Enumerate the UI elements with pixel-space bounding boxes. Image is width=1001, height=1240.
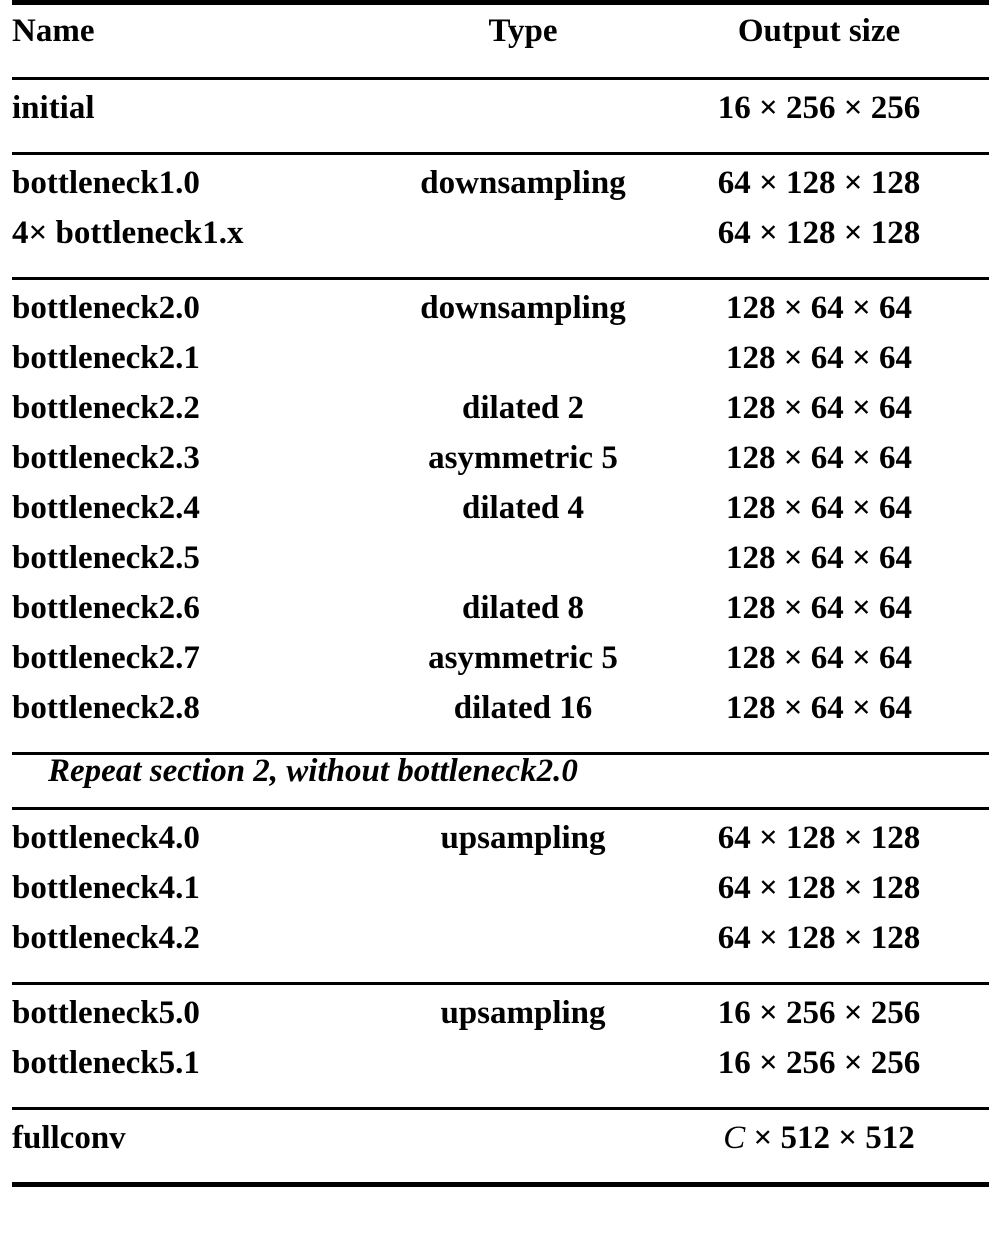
table-row: initial 16 × 256 × 256 bbox=[12, 92, 989, 142]
cell-type bbox=[397, 217, 649, 267]
table-row: bottleneck4.0 upsampling 64 × 128 × 128 bbox=[12, 822, 989, 872]
cell-name: bottleneck2.7 bbox=[12, 640, 200, 676]
cell-output: 128 × 64 × 64 bbox=[725, 290, 913, 326]
output-dimensions: × 512 × 512 bbox=[745, 1120, 915, 1156]
cell-name: fullconv bbox=[12, 1120, 126, 1156]
cell-output: 16 × 256 × 256 bbox=[717, 90, 921, 126]
cell-output: 128 × 64 × 64 bbox=[725, 540, 913, 576]
cell-name: 4× bottleneck1.x bbox=[12, 215, 244, 251]
cell-name: bottleneck2.3 bbox=[12, 440, 200, 476]
cell-output: 64 × 128 × 128 bbox=[717, 165, 921, 201]
cell-type bbox=[397, 1122, 649, 1172]
cell-type: dilated 16 bbox=[453, 690, 593, 726]
cell-name: bottleneck4.2 bbox=[12, 920, 200, 956]
cell-output: 128 × 64 × 64 bbox=[725, 690, 913, 726]
cell-type: upsampling bbox=[440, 995, 606, 1031]
cell-name: bottleneck2.8 bbox=[12, 690, 200, 726]
table-row: bottleneck2.2 dilated 2 128 × 64 × 64 bbox=[12, 392, 989, 442]
cell-output: 64 × 128 × 128 bbox=[717, 215, 921, 251]
cell-output: 64 × 128 × 128 bbox=[717, 870, 921, 906]
cell-type bbox=[397, 342, 649, 392]
column-header-output: Output size bbox=[737, 13, 901, 49]
cell-output: 64 × 128 × 128 bbox=[717, 920, 921, 956]
cell-type bbox=[397, 872, 649, 922]
table-header-row: Name Type Output size bbox=[12, 5, 989, 79]
rule-bottom bbox=[12, 1182, 989, 1189]
cell-output: 128 × 64 × 64 bbox=[725, 440, 913, 476]
cell-output: 128 × 64 × 64 bbox=[725, 590, 913, 626]
cell-type: upsampling bbox=[440, 820, 606, 856]
column-header-name: Name bbox=[12, 13, 95, 49]
architecture-table-container: Name Type Output size initial 16 × 256 ×… bbox=[0, 0, 1001, 1240]
cell-type bbox=[397, 1047, 649, 1097]
cell-type: dilated 4 bbox=[462, 490, 584, 526]
cell-name: bottleneck1.0 bbox=[12, 165, 200, 201]
cell-type: downsampling bbox=[420, 165, 626, 201]
table-row: bottleneck5.0 upsampling 16 × 256 × 256 bbox=[12, 997, 989, 1047]
cell-name: bottleneck2.4 bbox=[12, 490, 200, 526]
cell-type: dilated 8 bbox=[462, 590, 584, 626]
repeat-section-note-row: Repeat section 2, without bottleneck2.0 bbox=[12, 755, 989, 809]
spacer bbox=[12, 1097, 989, 1109]
table-row: bottleneck2.5 128 × 64 × 64 bbox=[12, 542, 989, 592]
table-row: bottleneck2.7 asymmetric 5 128 × 64 × 64 bbox=[12, 642, 989, 692]
spacer bbox=[12, 742, 989, 754]
spacer bbox=[12, 142, 989, 154]
table-row: bottleneck2.0 downsampling 128 × 64 × 64 bbox=[12, 292, 989, 342]
table-row: bottleneck5.1 16 × 256 × 256 bbox=[12, 1047, 989, 1097]
cell-name: bottleneck2.0 bbox=[12, 290, 200, 326]
architecture-table: Name Type Output size initial 16 × 256 ×… bbox=[12, 0, 989, 1189]
cell-type bbox=[397, 92, 649, 142]
cell-name: bottleneck2.2 bbox=[12, 390, 200, 426]
cell-output: 128 × 64 × 64 bbox=[725, 390, 913, 426]
cell-output: 16 × 256 × 256 bbox=[717, 995, 921, 1031]
cell-name: bottleneck5.1 bbox=[12, 1045, 200, 1081]
cell-output: 64 × 128 × 128 bbox=[717, 820, 921, 856]
column-header-type: Type bbox=[488, 13, 558, 49]
table-row: bottleneck2.1 128 × 64 × 64 bbox=[12, 342, 989, 392]
cell-type: asymmetric 5 bbox=[428, 440, 618, 476]
table-row: bottleneck1.0 downsampling 64 × 128 × 12… bbox=[12, 167, 989, 217]
cell-output: 16 × 256 × 256 bbox=[717, 1045, 921, 1081]
cell-name: bottleneck5.0 bbox=[12, 995, 200, 1031]
cell-output: 128 × 64 × 64 bbox=[725, 340, 913, 376]
cell-output: 128 × 64 × 64 bbox=[725, 640, 913, 676]
table-row: bottleneck2.8 dilated 16 128 × 64 × 64 bbox=[12, 692, 989, 742]
table-row: bottleneck2.3 asymmetric 5 128 × 64 × 64 bbox=[12, 442, 989, 492]
cell-name: bottleneck4.0 bbox=[12, 820, 200, 856]
cell-name: bottleneck4.1 bbox=[12, 870, 200, 906]
spacer bbox=[12, 972, 989, 984]
spacer bbox=[12, 267, 989, 279]
table-row: bottleneck4.1 64 × 128 × 128 bbox=[12, 872, 989, 922]
spacer bbox=[12, 1172, 989, 1185]
cell-name: bottleneck2.1 bbox=[12, 340, 200, 376]
cell-type: dilated 2 bbox=[462, 390, 584, 426]
table-row: fullconv C × 512 × 512 bbox=[12, 1122, 989, 1172]
repeat-section-note: Repeat section 2, without bottleneck2.0 bbox=[48, 753, 578, 789]
table-row: bottleneck4.2 64 × 128 × 128 bbox=[12, 922, 989, 972]
cell-name: bottleneck2.5 bbox=[12, 540, 200, 576]
cell-type bbox=[397, 542, 649, 592]
cell-type: asymmetric 5 bbox=[428, 640, 618, 676]
cell-name: initial bbox=[12, 90, 95, 126]
cell-type bbox=[397, 922, 649, 972]
table-row: bottleneck2.6 dilated 8 128 × 64 × 64 bbox=[12, 592, 989, 642]
table-row: bottleneck2.4 dilated 4 128 × 64 × 64 bbox=[12, 492, 989, 542]
cell-name: bottleneck2.6 bbox=[12, 590, 200, 626]
cell-output: C × 512 × 512 bbox=[649, 1122, 989, 1172]
table-row: 4× bottleneck1.x 64 × 128 × 128 bbox=[12, 217, 989, 267]
cell-type: downsampling bbox=[420, 290, 626, 326]
cell-output: 128 × 64 × 64 bbox=[725, 490, 913, 526]
output-channel-variable: C bbox=[723, 1120, 746, 1156]
